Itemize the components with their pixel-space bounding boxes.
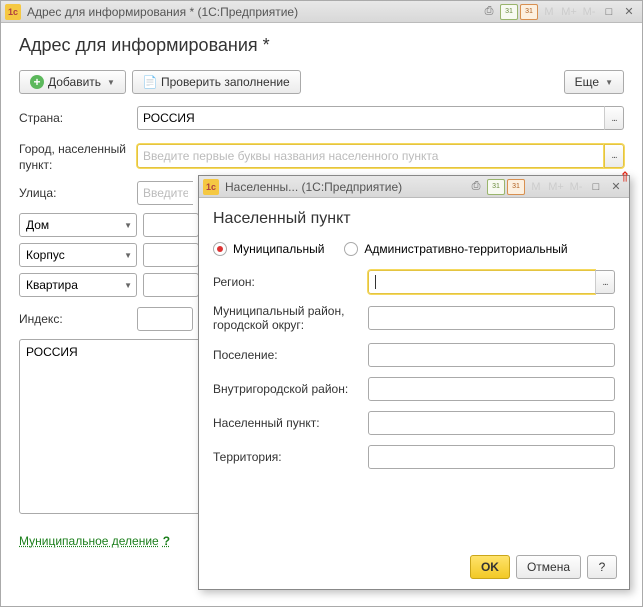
settlement-input[interactable] [368, 343, 615, 367]
check-fill-button[interactable]: 📄 Проверить заполнение [132, 70, 301, 94]
add-button-label: Добавить [48, 75, 101, 89]
calendar2-icon[interactable]: 31 [507, 179, 525, 195]
print-icon[interactable]: ⎙ [480, 4, 498, 20]
radio-checked-icon [213, 242, 227, 256]
house-type-select[interactable]: Дом ▼ [19, 213, 137, 237]
inner-district-label: Внутригородской район: [213, 382, 368, 396]
country-input[interactable] [137, 106, 604, 130]
house-type-label: Дом [26, 218, 124, 232]
cancel-button-label: Отмена [527, 560, 570, 574]
print-icon[interactable]: ⎙ [467, 179, 485, 195]
region-input[interactable] [368, 270, 595, 294]
chevron-down-icon: ▼ [124, 281, 132, 290]
ok-button[interactable]: OK [470, 555, 510, 579]
locality-input[interactable] [368, 411, 615, 435]
building-type-select[interactable]: Корпус ▼ [19, 243, 137, 267]
page-title: Адрес для информирования * [19, 35, 624, 56]
m-plus-icon: M+ [547, 179, 565, 195]
popup-titlebar: 1c Населенны... (1С:Предприятие) ⎙ 31 31… [199, 176, 629, 198]
plus-icon: + [30, 75, 44, 89]
m-minus-icon: M- [580, 4, 598, 20]
index-input[interactable] [137, 307, 193, 331]
maximize-icon[interactable]: □ [600, 4, 618, 20]
radio-admin-label: Административно-территориальный [364, 242, 567, 256]
cancel-button[interactable]: Отмена [516, 555, 581, 579]
maximize-icon[interactable]: □ [587, 179, 605, 195]
territory-label: Территория: [213, 450, 368, 464]
country-label: Страна: [19, 111, 137, 125]
chevron-down-icon: ▼ [124, 221, 132, 230]
add-button[interactable]: + Добавить ▼ [19, 70, 126, 94]
help-button[interactable]: ? [587, 555, 617, 579]
logo-1c-icon: 1c [203, 179, 219, 195]
radio-unchecked-icon [344, 242, 358, 256]
calendar-icon[interactable]: 31 [500, 4, 518, 20]
radio-municipal-label: Муниципальный [233, 242, 324, 256]
country-lookup-button[interactable]: ... [604, 106, 624, 130]
municipal-link-label: Муниципальное деление [19, 534, 159, 548]
flat-type-label: Квартира [26, 278, 124, 292]
close-icon[interactable]: ✕ [620, 4, 638, 20]
m-icon: M [527, 179, 545, 195]
flat-type-select[interactable]: Квартира ▼ [19, 273, 137, 297]
territory-input[interactable] [368, 445, 615, 469]
flat-input[interactable] [143, 273, 199, 297]
index-label: Индекс: [19, 312, 137, 326]
more-button-label: Еще [575, 75, 599, 89]
popup-title: Населенный пункт [213, 210, 615, 228]
m-minus-icon: M- [567, 179, 585, 195]
building-type-label: Корпус [26, 248, 124, 262]
more-button[interactable]: Еще ▼ [564, 70, 624, 94]
region-label: Регион: [213, 275, 368, 289]
city-label: Город, населенный пункт: [19, 138, 137, 173]
region-lookup-button[interactable]: ... [595, 270, 615, 294]
chevron-down-icon: ▼ [124, 251, 132, 260]
document-check-icon: 📄 [143, 75, 157, 89]
popup-window-title: Населенны... (1С:Предприятие) [225, 180, 467, 194]
help-button-label: ? [599, 560, 606, 574]
window-title: Адрес для информирования * (1С:Предприят… [27, 5, 480, 19]
ok-button-label: OK [481, 560, 499, 574]
house-input[interactable] [143, 213, 199, 237]
city-lookup-button[interactable]: ... [604, 144, 624, 168]
logo-1c-icon: 1c [5, 4, 21, 20]
district-label: Муниципальный район, городской округ: [213, 304, 368, 333]
chevron-down-icon: ▼ [107, 78, 115, 87]
radio-admin[interactable]: Административно-территориальный [344, 242, 567, 256]
m-icon: M [540, 4, 558, 20]
calendar2-icon[interactable]: 31 [520, 4, 538, 20]
street-label: Улица: [19, 186, 137, 200]
help-icon: ? [163, 534, 170, 548]
chevron-down-icon: ▼ [605, 78, 613, 87]
m-plus-icon: M+ [560, 4, 578, 20]
radio-municipal[interactable]: Муниципальный [213, 242, 324, 256]
district-input[interactable] [368, 306, 615, 330]
check-button-label: Проверить заполнение [161, 75, 290, 89]
municipal-division-link[interactable]: Муниципальное деление ? [19, 534, 170, 548]
inner-district-input[interactable] [368, 377, 615, 401]
main-titlebar: 1c Адрес для информирования * (1С:Предпр… [1, 1, 642, 23]
settlement-label: Поселение: [213, 348, 368, 362]
street-input[interactable] [137, 181, 193, 205]
city-input[interactable] [137, 144, 604, 168]
building-input[interactable] [143, 243, 199, 267]
calendar-icon[interactable]: 31 [487, 179, 505, 195]
locality-label: Населенный пункт: [213, 416, 368, 430]
locality-popup: ⇗ 1c Населенны... (1С:Предприятие) ⎙ 31 … [198, 175, 630, 590]
